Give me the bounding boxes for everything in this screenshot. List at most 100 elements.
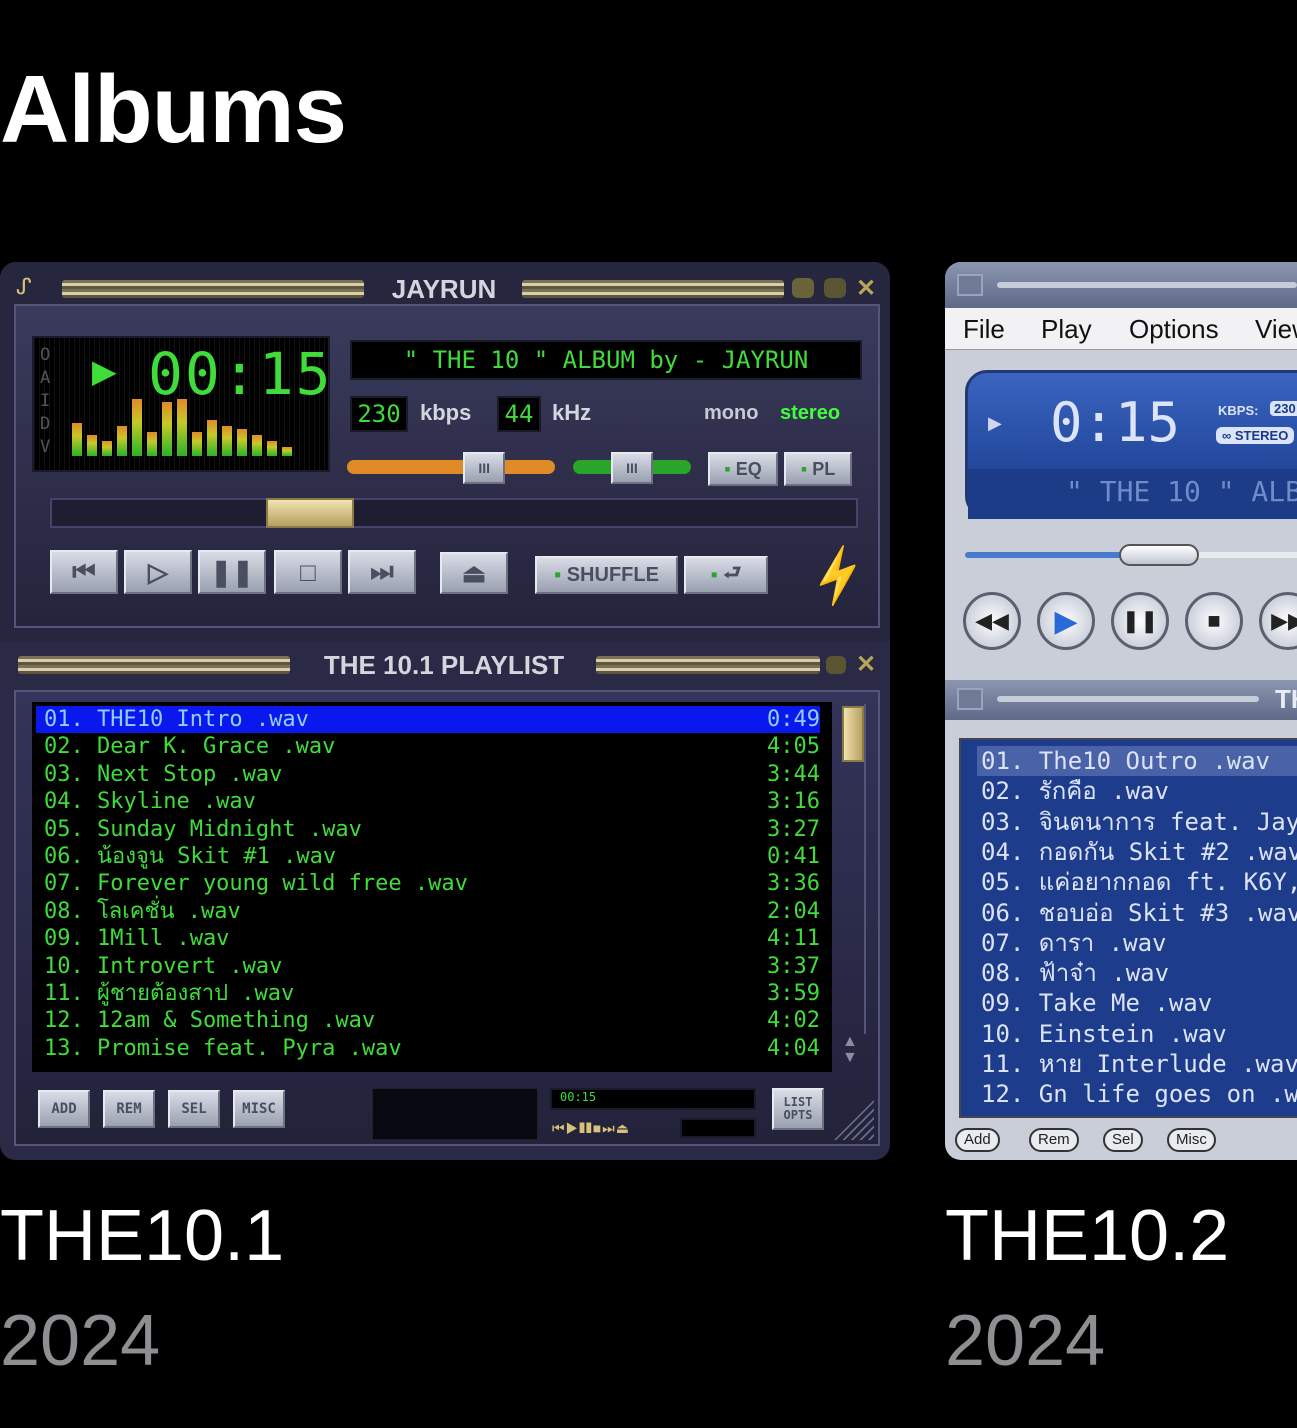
- track-name: 08. โลเคชั่น .wav: [44, 898, 241, 924]
- visualizer-display: OAIDV ▶ 00:15: [32, 336, 331, 472]
- minimize-icon[interactable]: [792, 278, 814, 298]
- play-button[interactable]: ▶: [1037, 592, 1095, 650]
- rewind-button[interactable]: ◀◀: [963, 592, 1021, 650]
- playlist-row[interactable]: 01. THE10 Intro .wav 0:49: [36, 706, 820, 733]
- stereo-label: STEREO: [1234, 428, 1289, 443]
- playlist-row[interactable]: 09. 1Mill .wav 4:11: [44, 925, 820, 952]
- stop-button[interactable]: ■: [1185, 592, 1243, 650]
- track-time: 0:49: [767, 707, 820, 732]
- stop-button[interactable]: □: [274, 550, 342, 594]
- shuffle-button[interactable]: ▪ SHUFFLE: [535, 556, 678, 594]
- playlist-row[interactable]: 12. 12am & Something .wav 4:02: [44, 1007, 820, 1034]
- mini-transport-controls[interactable]: ⏮▶❚❚■⏭⏏: [552, 1120, 630, 1137]
- kbps-label: kbps: [420, 400, 472, 425]
- album-cover-the10-2[interactable]: File Play Options View ▶ 0:15 KBPS: 230 …: [945, 262, 1297, 1160]
- previous-icon: ⏮: [72, 556, 96, 586]
- playlist-row[interactable]: 08. ฟ้าจ๋า .wav: [981, 958, 1297, 988]
- scroll-thumb[interactable]: [842, 706, 864, 762]
- track-time: 3:37: [767, 953, 820, 979]
- playlist-rem-button[interactable]: REM: [103, 1090, 155, 1128]
- volume-slider[interactable]: [347, 460, 555, 474]
- track-time: 4:04: [767, 1035, 820, 1061]
- playlist-sel-button[interactable]: Sel: [1103, 1128, 1143, 1152]
- playlist-close-icon[interactable]: ✕: [856, 650, 876, 679]
- playlist-row[interactable]: 04. Skyline .wav 3:16: [44, 788, 820, 815]
- playlist-row[interactable]: 05. Sunday Midnight .wav 3:27: [44, 816, 820, 843]
- spectrum-bars: [72, 396, 312, 456]
- playlist-row[interactable]: 06. ชอบอ่อ Skit #3 .wav: [981, 898, 1297, 928]
- menu-play[interactable]: Play: [1041, 314, 1092, 345]
- menu-options[interactable]: Options: [1129, 314, 1219, 345]
- playlist-misc-button[interactable]: Misc: [1167, 1128, 1216, 1152]
- shade-icon[interactable]: [824, 278, 846, 298]
- playlist-row[interactable]: 07. Forever young wild free .wav 3:36: [44, 870, 820, 897]
- playlist-row[interactable]: 11. ผู้ชายต้องสาป .wav 3:59: [44, 980, 820, 1007]
- playlist-list[interactable]: 01. THE10 Intro .wav 0:49 02. Dear K. Grac…: [0, 702, 890, 1074]
- song-marquee: " THE 10 " ALBUM by - JAYRUN: [350, 340, 862, 380]
- spectrum-bar: [252, 435, 262, 456]
- list-options-button[interactable]: LIST OPTS: [772, 1088, 824, 1130]
- track-name: 13. Promise feat. Pyra .wav: [44, 1035, 402, 1061]
- song-marquee: " THE 10 " ALBUM by - JAYRUN: [1066, 475, 1297, 508]
- playlist-sel-button[interactable]: SEL: [168, 1090, 220, 1128]
- balance-thumb[interactable]: III: [611, 452, 653, 484]
- playlist-row[interactable]: 10. Einstein .wav: [981, 1019, 1297, 1049]
- playlist-shade-icon[interactable]: [826, 656, 846, 674]
- pl-toggle-button[interactable]: ▪ PL: [784, 452, 852, 486]
- seek-thumb[interactable]: [1119, 544, 1199, 566]
- seek-bar[interactable]: [50, 498, 858, 528]
- playlist-rem-button[interactable]: Rem: [1029, 1128, 1079, 1152]
- khz-label: kHz: [552, 400, 592, 425]
- album-title[interactable]: THE10.2: [945, 1195, 1229, 1277]
- playlist-row[interactable]: 08. โลเคชั่น .wav 2:04: [44, 898, 820, 925]
- spectrum-bar: [87, 435, 97, 456]
- eq-toggle-button[interactable]: ▪ EQ: [708, 452, 778, 486]
- playlist-add-button[interactable]: ADD: [38, 1090, 90, 1128]
- playlist-row[interactable]: 12. Gn life goes on .wav: [981, 1079, 1297, 1109]
- next-button[interactable]: ⏭: [348, 550, 416, 594]
- menu-file[interactable]: File: [963, 314, 1005, 345]
- track-name: 11. ผู้ชายต้องสาป .wav: [44, 981, 295, 1006]
- playlist-row[interactable]: 10. Introvert .wav 3:37: [44, 953, 820, 980]
- repeat-button[interactable]: ▪ ⮐: [684, 556, 768, 594]
- previous-button[interactable]: ⏮: [50, 550, 118, 594]
- playlist-row[interactable]: 01. The10 Outro .wav: [977, 746, 1297, 776]
- menu-view[interactable]: View: [1255, 314, 1297, 345]
- spectrum-bar: [72, 423, 82, 456]
- playlist-add-button[interactable]: Add: [955, 1128, 1000, 1152]
- album-cover-the10-1[interactable]: ᔑ JAYRUN ✕ OAIDV ▶ 00:15 " THE 10 " ALBU…: [0, 262, 890, 1160]
- stereo-indicator: stereo: [780, 402, 841, 424]
- playlist-list[interactable]: 01. The10 Outro .wav 02. รักคือ .wav 03. จ…: [959, 738, 1297, 1118]
- seek-thumb[interactable]: [266, 498, 354, 528]
- track-name: 05. Sunday Midnight .wav: [44, 816, 362, 842]
- playlist-row[interactable]: 06. น้องจูน Skit #1 .wav 0:41: [44, 843, 820, 870]
- playlist-row[interactable]: 09. Take Me .wav: [981, 988, 1297, 1018]
- stereo-badge: ∞ STEREO: [1216, 427, 1295, 444]
- pause-button[interactable]: ❚❚: [1111, 592, 1169, 650]
- playlist-misc-button[interactable]: MISC: [233, 1090, 285, 1128]
- volume-thumb[interactable]: III: [463, 452, 506, 484]
- display-panel: ▶ 0:15 KBPS: 230 ∞ STEREO " THE 10 " ALB…: [965, 370, 1297, 519]
- playlist-row[interactable]: 04. กอดกัน Skit #2 .wav: [981, 837, 1297, 867]
- playlist-row[interactable]: 07. ดารา .wav: [981, 928, 1297, 958]
- pause-button[interactable]: ❚❚: [198, 550, 266, 594]
- scroll-arrows-icon[interactable]: ▲ ▼: [842, 1034, 858, 1066]
- playlist-row[interactable]: 11. หาย Interlude .wav: [981, 1049, 1297, 1079]
- playlist-row[interactable]: 13. Promise feat. Pyra .wav 4:04: [44, 1035, 820, 1062]
- playlist-row[interactable]: 02. รักคือ .wav: [981, 776, 1297, 806]
- play-button[interactable]: ▷: [124, 550, 192, 594]
- fast-forward-button[interactable]: ▶▶: [1259, 592, 1297, 650]
- play-indicator-icon: ▶: [988, 413, 1002, 433]
- next-icon: ⏭: [370, 556, 394, 586]
- stop-icon: ■: [1207, 608, 1221, 633]
- time-display: 0:15: [1050, 391, 1181, 454]
- album-title[interactable]: THE10.1: [0, 1195, 284, 1277]
- eject-button[interactable]: ⏏: [440, 552, 508, 594]
- close-icon[interactable]: ✕: [856, 274, 876, 303]
- playlist-row[interactable]: 02. Dear K. Grace .wav 4:05: [44, 733, 820, 760]
- playlist-row[interactable]: 03. จินตนาการ feat. Jay: [981, 807, 1297, 837]
- track-time: 3:16: [767, 789, 820, 815]
- playlist-row[interactable]: 05. แค่อยากกอด ft. K6Y,: [981, 867, 1297, 897]
- playlist-row[interactable]: 03. Next Stop .wav 3:44: [44, 761, 820, 788]
- winamp-logo-icon: ᔑ: [16, 274, 32, 299]
